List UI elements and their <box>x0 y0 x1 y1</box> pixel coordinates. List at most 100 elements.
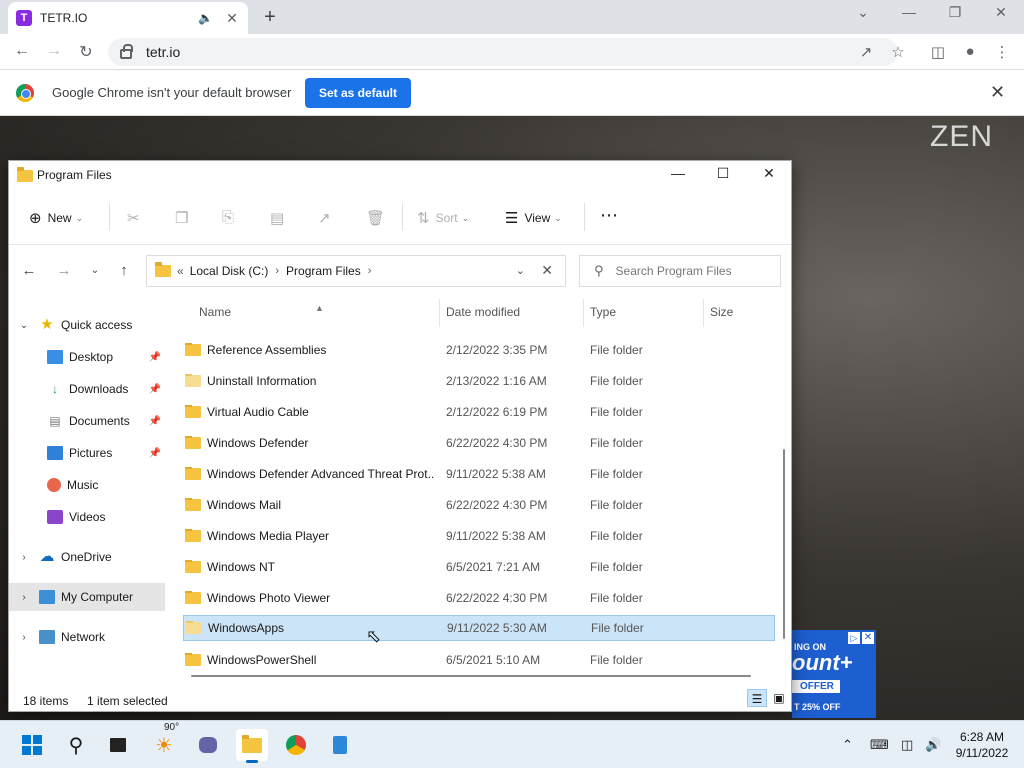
address-bar[interactable]: tetr.io <box>108 38 898 66</box>
table-row[interactable]: Windows Media Player 9/11/2022 5:38 AM F… <box>183 523 775 549</box>
tiles-view-icon[interactable]: ▣ <box>769 689 789 707</box>
sort-button[interactable]: ⇅ Sort ⌄ <box>417 209 469 227</box>
paste-icon[interactable]: ⎘ <box>222 209 240 226</box>
speaker-icon[interactable]: 🔈 <box>198 11 214 25</box>
minimize-icon[interactable]: — <box>897 4 921 20</box>
more-options-icon[interactable]: ⋯ <box>600 205 618 226</box>
breadcrumb-local-disk[interactable]: Local Disk (C:) <box>190 264 269 278</box>
chevron-right-icon[interactable]: › <box>17 632 31 643</box>
volume-icon[interactable]: 🔊 <box>925 737 941 753</box>
table-row[interactable]: Windows Photo Viewer 6/22/2022 4:30 PM F… <box>183 585 775 611</box>
column-divider[interactable] <box>703 299 704 327</box>
vertical-scrollbar[interactable] <box>779 299 789 679</box>
start-button[interactable] <box>16 729 48 761</box>
share-icon[interactable]: ↗ <box>856 43 876 61</box>
sidebar-item-music[interactable]: Music <box>47 471 165 499</box>
system-clock[interactable]: 6:28 AM 9/11/2022 <box>950 729 1014 761</box>
table-row[interactable]: Windows Defender 6/22/2022 4:30 PM File … <box>183 430 775 456</box>
table-row[interactable]: Windows Mail 6/22/2022 4:30 PM File fold… <box>183 492 775 518</box>
address-history-icon[interactable]: ⌄ <box>516 264 525 277</box>
weather-icon[interactable]: ☀ <box>148 729 180 761</box>
forward-icon[interactable]: → <box>56 262 72 279</box>
profile-avatar-icon[interactable]: ● <box>960 43 980 60</box>
task-view-icon[interactable] <box>102 729 134 761</box>
rename-icon[interactable]: ▤ <box>270 209 290 227</box>
file-explorer-taskbar-icon[interactable] <box>236 729 268 763</box>
notepad-taskbar-icon[interactable] <box>324 729 356 761</box>
table-row[interactable]: Windows Defender Advanced Threat Prot...… <box>183 461 775 487</box>
tab-close-icon[interactable]: ✕ <box>224 10 240 27</box>
breadcrumb-overflow[interactable]: « <box>177 264 184 278</box>
reload-icon[interactable]: ↻ <box>76 42 96 62</box>
set-as-default-button[interactable]: Set as default <box>305 78 411 108</box>
show-hidden-icons-chevron-icon[interactable]: ⌃ <box>842 737 853 753</box>
side-panel-icon[interactable]: ◫ <box>928 43 948 61</box>
search-icon[interactable]: ⚲ <box>60 729 92 761</box>
column-header-type[interactable]: Type <box>590 305 616 321</box>
search-input[interactable]: ⚲ Search Program Files <box>579 255 781 287</box>
table-row[interactable]: Windows NT 6/5/2021 7:21 AM File folder <box>183 554 775 580</box>
column-header-size[interactable]: Size <box>710 305 733 321</box>
details-view-icon[interactable]: ☰ <box>747 689 767 707</box>
column-header-name[interactable]: Name ▲ <box>199 303 324 321</box>
cut-icon[interactable]: ✂ <box>127 209 146 227</box>
sidebar-item-onedrive[interactable]: › ☁ OneDrive <box>17 543 173 571</box>
forward-icon[interactable]: → <box>44 42 64 60</box>
table-row[interactable]: WindowsPowerShell 6/5/2021 5:10 AM File … <box>183 647 775 673</box>
share-icon[interactable]: ↗ <box>318 209 337 227</box>
chevron-right-icon[interactable]: › <box>275 265 279 277</box>
bookmark-star-icon[interactable]: ☆ <box>888 43 908 61</box>
back-icon[interactable]: ← <box>12 42 32 60</box>
column-divider[interactable] <box>439 299 440 327</box>
view-button[interactable]: ☰ View ⌄ <box>505 209 562 227</box>
pin-icon[interactable]: 📌 <box>149 448 161 459</box>
sidebar-item-desktop[interactable]: Desktop 📌 <box>47 343 165 371</box>
explorer-maximize-icon[interactable]: ☐ <box>708 165 738 182</box>
copy-icon[interactable]: ❐ <box>175 209 194 227</box>
restore-icon[interactable]: ❐ <box>943 4 967 21</box>
chrome-taskbar-icon[interactable] <box>280 729 312 761</box>
column-header-date[interactable]: Date modified <box>446 305 520 321</box>
infobar-close-icon[interactable]: ✕ <box>990 82 1005 103</box>
sidebar-item-my-computer[interactable]: › My Computer <box>9 583 165 611</box>
display-icon[interactable]: ◫ <box>901 737 913 753</box>
table-row[interactable]: Reference Assemblies 2/12/2022 3:35 PM F… <box>183 337 775 363</box>
delete-icon[interactable]: 🗑 <box>366 209 391 227</box>
explorer-close-icon[interactable]: ✕ <box>754 165 784 182</box>
chevron-right-icon[interactable]: › <box>17 592 31 603</box>
address-bar[interactable]: « Local Disk (C:) › Program Files › ⌄ ✕ <box>146 255 566 287</box>
sidebar-item-downloads[interactable]: ↓ Downloads 📌 <box>47 375 165 403</box>
breadcrumb-program-files[interactable]: Program Files <box>286 264 361 278</box>
keyboard-icon[interactable]: ⌨ <box>870 737 889 753</box>
scrollbar-thumb[interactable] <box>783 449 785 639</box>
new-tab-button[interactable]: + <box>258 6 282 28</box>
sidebar-item-pictures[interactable]: Pictures 📌 <box>47 439 165 467</box>
back-icon[interactable]: ← <box>21 262 37 279</box>
pin-icon[interactable]: 📌 <box>149 416 161 427</box>
advertisement[interactable]: ▷ ✕ ING ON ount+ OFFER T 25% OFF <box>792 630 876 718</box>
lock-icon[interactable] <box>120 44 133 59</box>
ad-close-icon[interactable]: ✕ <box>862 632 874 644</box>
explorer-minimize-icon[interactable]: — <box>663 165 693 181</box>
sidebar-item-videos[interactable]: Videos <box>47 503 165 531</box>
table-row-selected[interactable]: WindowsApps 9/11/2022 5:30 AM File folde… <box>183 615 775 641</box>
column-divider[interactable] <box>583 299 584 327</box>
recent-locations-icon[interactable]: ⌄ <box>87 265 103 276</box>
browser-tab[interactable]: T TETR.IO 🔈 ✕ <box>8 2 248 34</box>
pin-icon[interactable]: 📌 <box>149 384 161 395</box>
quick-access-item[interactable]: ⌄ ★ Quick access <box>17 311 173 339</box>
pin-icon[interactable]: 📌 <box>149 352 161 363</box>
up-icon[interactable]: ↑ <box>116 262 132 279</box>
table-row[interactable]: Uninstall Information 2/13/2022 1:16 AM … <box>183 368 775 394</box>
ad-choices-icon[interactable]: ▷ <box>848 632 860 644</box>
teams-chat-icon[interactable] <box>192 729 224 761</box>
address-clear-icon[interactable]: ✕ <box>541 262 553 279</box>
new-button[interactable]: ⊕ New ⌄ <box>29 209 83 227</box>
menu-kebab-icon[interactable]: ⋮ <box>992 43 1012 61</box>
sidebar-item-network[interactable]: › Network <box>17 623 173 651</box>
explorer-titlebar[interactable]: Program Files — ☐ ✕ <box>9 161 791 189</box>
chevron-right-icon[interactable]: › <box>17 552 31 563</box>
table-row[interactable]: Virtual Audio Cable 2/12/2022 6:19 PM Fi… <box>183 399 775 425</box>
horizontal-scrollbar[interactable] <box>191 675 751 677</box>
chevron-down-icon[interactable]: ⌄ <box>17 320 31 331</box>
